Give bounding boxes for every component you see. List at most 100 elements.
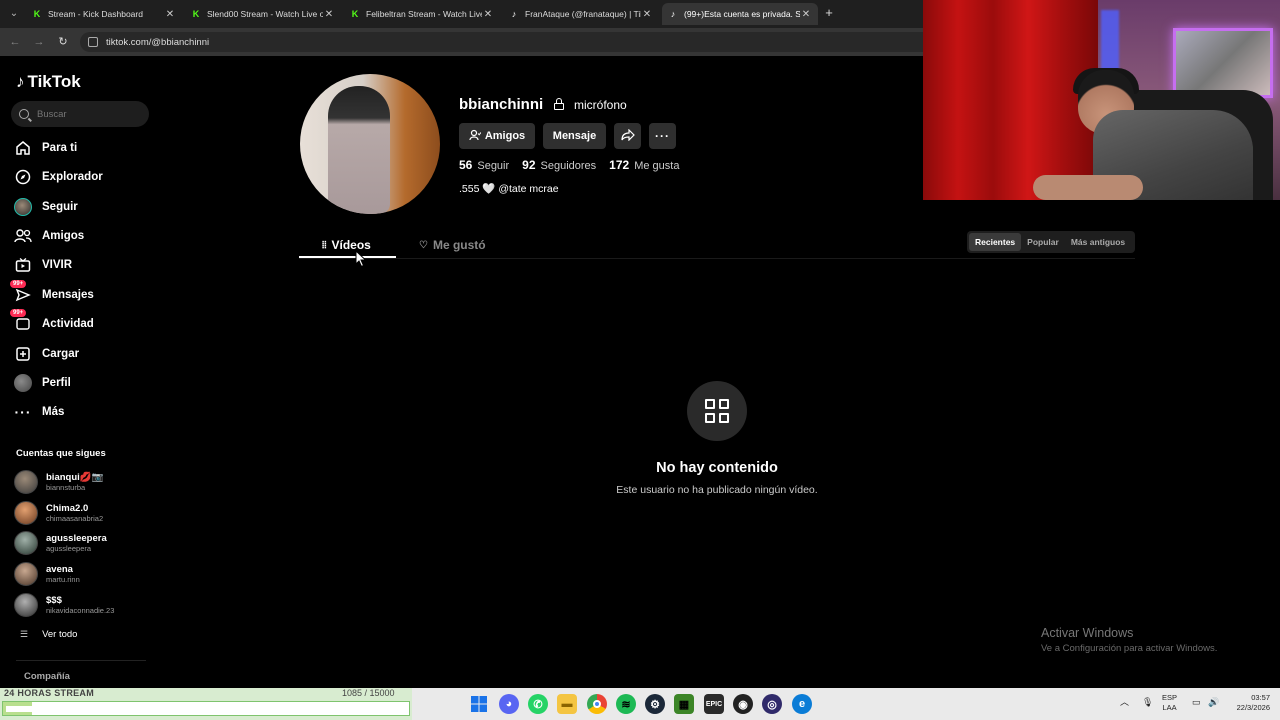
tiktok-icon: ♪ — [670, 9, 676, 19]
lang-top: ESP — [1162, 693, 1178, 702]
activation-watermark-title: Activar Windows — [1041, 626, 1134, 640]
browser-tab[interactable]: K Slend00 Stream - Watch Live on ✕ — [185, 3, 341, 25]
steam-icon[interactable]: ⚙ — [645, 694, 665, 714]
browser-tab-active[interactable]: ♪ (99+)Esta cuenta es privada. Sig ✕ — [662, 3, 818, 25]
likes-label: Me gusta — [634, 160, 680, 172]
clock-time: 03:57 — [1251, 693, 1270, 702]
notification-badge: 99+ — [10, 309, 27, 317]
friends-button[interactable]: Amigos — [459, 123, 535, 149]
whatsapp-icon[interactable]: ✆ — [528, 694, 548, 714]
nav-explore[interactable]: Explorador — [14, 166, 154, 188]
account-name: Chima2.0 — [46, 503, 89, 514]
company-link[interactable]: Compañía — [24, 671, 70, 682]
stream-goal-progress — [2, 701, 410, 716]
browser-tab[interactable]: K Stream - Kick Dashboard ✕ — [26, 3, 182, 25]
account-handle: nikavidaconnadie.23 — [46, 606, 115, 615]
chrome-icon[interactable] — [587, 694, 607, 714]
browser-tab[interactable]: K Felibeltran Stream - Watch Live ✕ — [344, 3, 500, 25]
profile-nickname: micrófono — [574, 98, 627, 112]
discord-icon[interactable]: ◕ — [499, 694, 519, 714]
search-input[interactable] — [37, 108, 137, 120]
nav-friends[interactable]: Amigos — [14, 225, 154, 247]
site-info-icon[interactable] — [88, 37, 98, 47]
account-name: $$$ — [46, 595, 62, 606]
forward-icon[interactable]: → — [32, 35, 46, 49]
minecraft-icon[interactable]: ▦ — [674, 694, 694, 714]
clock[interactable]: 03:57 22/3/2026 — [1228, 693, 1270, 713]
tab-liked[interactable]: ♡ Me gustó — [419, 236, 486, 254]
following-account[interactable]: Chima2.0 chimaasanabria2 — [14, 500, 154, 526]
epic-games-icon[interactable]: EPIC — [704, 694, 724, 714]
new-tab-icon[interactable]: + — [822, 6, 836, 20]
following-account[interactable]: bianqui💋📷 biannsturba — [14, 469, 154, 495]
following-account[interactable]: agussleepera agussleepera — [14, 530, 154, 556]
nav-for-you[interactable]: Para ti — [14, 137, 154, 159]
tray-chevron-icon[interactable]: ︿ — [1120, 697, 1129, 707]
following-avatar-icon — [14, 198, 32, 216]
close-icon[interactable]: ✕ — [641, 9, 653, 20]
nav-activity[interactable]: 99+ Actividad — [10, 309, 154, 335]
nav-live[interactable]: VIVIR — [14, 254, 154, 276]
followers-count: 92 — [522, 158, 536, 172]
language-indicator[interactable]: ESP LAA — [1162, 693, 1177, 713]
wall-poster — [1173, 28, 1273, 98]
windows-start-icon[interactable] — [469, 694, 489, 714]
more-options-button[interactable]: ··· — [649, 123, 676, 149]
nav-messages[interactable]: 99+ Mensajes — [10, 280, 154, 306]
account-handle: martu.rinn — [46, 575, 80, 584]
search-icon — [19, 109, 29, 119]
nav-more[interactable]: ··· Más — [14, 401, 154, 423]
avatar — [14, 531, 38, 555]
close-icon[interactable]: ✕ — [164, 9, 176, 20]
tab-liked-label: Me gustó — [432, 238, 486, 252]
sort-oldest-button[interactable]: Más antiguos — [1065, 233, 1131, 251]
nav-profile[interactable]: Perfil — [14, 372, 154, 394]
file-explorer-icon[interactable]: ▬ — [557, 694, 577, 714]
back-icon[interactable]: ← — [8, 35, 22, 49]
nav-following[interactable]: Seguir — [14, 196, 154, 218]
url-field[interactable]: tiktok.com/@bbianchinni — [80, 32, 960, 52]
following-account[interactable]: $$$ nikavidaconnadie.23 — [14, 592, 154, 618]
avatar — [14, 470, 38, 494]
avatar — [14, 593, 38, 617]
tab-title: (99+)Esta cuenta es privada. Sig — [684, 9, 800, 19]
share-button[interactable] — [614, 123, 641, 149]
empty-state-subtitle: Este usuario no ha publicado ningún víde… — [616, 484, 818, 496]
microphone-icon[interactable]: 🎙 — [1142, 697, 1153, 707]
tab-search-chevron-icon[interactable]: ⌄ — [6, 6, 22, 22]
nav-label: Para ti — [42, 142, 78, 154]
following-account[interactable]: avena martu.rinn — [14, 561, 154, 587]
notification-badge: 99+ — [10, 280, 27, 288]
close-icon[interactable]: ✕ — [800, 9, 812, 20]
live-tv-icon — [14, 256, 32, 274]
close-icon[interactable]: ✕ — [482, 9, 494, 20]
network-icon[interactable]: ▭ — [1192, 697, 1201, 707]
sort-popular-button[interactable]: Popular — [1021, 233, 1065, 251]
tiktok-logo[interactable]: ♪ TikTok — [16, 72, 81, 92]
kick-icon: K — [192, 9, 200, 19]
account-name: agussleepera — [46, 533, 107, 544]
tab-title: Slend00 Stream - Watch Live on — [207, 9, 323, 19]
obs-icon[interactable]: ◉ — [733, 694, 753, 714]
browser-tab[interactable]: ♪ FranAtaque (@franataque) | Tik ✕ — [503, 3, 659, 25]
edge-icon[interactable]: e — [792, 694, 812, 714]
reload-icon[interactable]: ↻ — [56, 35, 70, 49]
message-button[interactable]: Mensaje — [543, 123, 606, 149]
search-box[interactable] — [11, 101, 149, 127]
nav-upload[interactable]: Cargar — [14, 343, 154, 365]
see-all-link[interactable]: ☰ Ver todo — [20, 629, 77, 640]
sort-recent-button[interactable]: Recientes — [969, 233, 1022, 251]
share-icon — [620, 128, 635, 144]
app-icon[interactable]: ◎ — [762, 694, 782, 714]
empty-state-title: No hay contenido — [656, 460, 778, 476]
nav-label: Más — [42, 406, 65, 418]
divider — [16, 660, 146, 661]
sort-toggle-group: Recientes Popular Más antiguos — [967, 231, 1135, 253]
nav-label: Mensajes — [42, 289, 94, 301]
lang-bottom: LAA — [1162, 703, 1177, 712]
spotify-icon[interactable]: ≋ — [616, 694, 636, 714]
nav-label: Perfil — [42, 377, 71, 389]
volume-icon[interactable]: 🔊 — [1208, 697, 1219, 707]
profile-avatar — [300, 74, 440, 214]
close-icon[interactable]: ✕ — [323, 9, 335, 20]
